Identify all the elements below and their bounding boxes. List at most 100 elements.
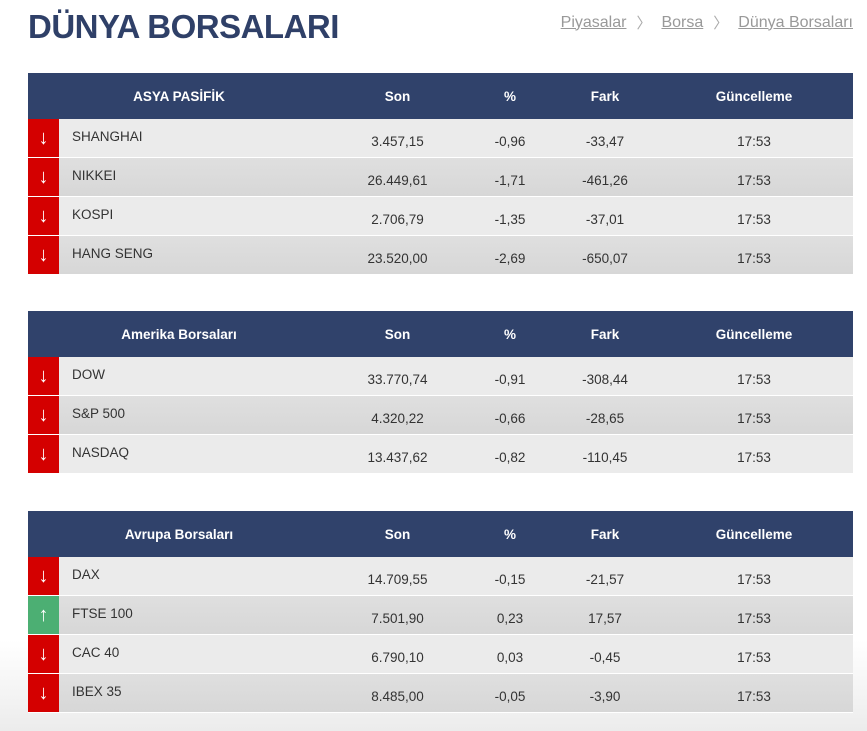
table-row[interactable]: ↓ KOSPI 2.706,79 -1,35 -37,01 17:53 xyxy=(28,197,853,236)
pct-value: -0,05 xyxy=(465,674,555,713)
fark-value: -0,45 xyxy=(555,635,655,674)
arrow-down-icon: ↓ xyxy=(28,557,59,596)
son-value: 26.449,61 xyxy=(330,158,465,197)
son-value: 4.320,22 xyxy=(330,396,465,435)
arrow-down-icon: ↓ xyxy=(28,674,59,713)
time-value: 17:53 xyxy=(655,158,853,197)
son-value: 6.790,10 xyxy=(330,635,465,674)
table-title: ASYA PASİFİK xyxy=(28,73,330,119)
time-value: 17:53 xyxy=(655,197,853,236)
pct-value: 0,03 xyxy=(465,635,555,674)
pct-value: -1,35 xyxy=(465,197,555,236)
table-row[interactable]: ↓ HANG SENG 23.520,00 -2,69 -650,07 17:5… xyxy=(28,236,853,275)
col-son: Son xyxy=(330,73,465,119)
son-value: 7.501,90 xyxy=(330,596,465,635)
col-son: Son xyxy=(330,511,465,557)
arrow-down-icon: ↓ xyxy=(28,197,59,236)
table-row[interactable]: ↓ IBEX 35 8.485,00 -0,05 -3,90 17:53 xyxy=(28,674,853,713)
pct-value: -0,96 xyxy=(465,119,555,158)
col-pct: % xyxy=(465,73,555,119)
time-value: 17:53 xyxy=(655,119,853,158)
breadcrumb-piyasalar[interactable]: Piyasalar xyxy=(561,14,627,32)
time-value: 17:53 xyxy=(655,236,853,275)
chevron-right-icon: 〉 xyxy=(636,12,651,33)
col-guncelleme: Güncelleme xyxy=(655,311,853,357)
son-value: 33.770,74 xyxy=(330,357,465,396)
index-name[interactable]: DAX xyxy=(59,557,330,596)
time-value: 17:53 xyxy=(655,674,853,713)
market-table: Avrupa Borsaları Son % Fark Güncelleme ↓… xyxy=(28,511,853,713)
fark-value: -3,90 xyxy=(555,674,655,713)
chevron-right-icon: 〉 xyxy=(713,12,728,33)
market-table: Amerika Borsaları Son % Fark Güncelleme … xyxy=(28,311,853,474)
arrow-down-icon: ↓ xyxy=(28,158,59,197)
arrow-down-icon: ↓ xyxy=(28,357,59,396)
fark-value: -110,45 xyxy=(555,435,655,474)
fark-value: -461,26 xyxy=(555,158,655,197)
arrow-down-icon: ↓ xyxy=(28,396,59,435)
table-header: Amerika Borsaları Son % Fark Güncelleme xyxy=(28,311,853,357)
son-value: 14.709,55 xyxy=(330,557,465,596)
col-pct: % xyxy=(465,511,555,557)
fark-value: -21,57 xyxy=(555,557,655,596)
page-title: DÜNYA BORSALARI xyxy=(28,8,339,46)
time-value: 17:53 xyxy=(655,557,853,596)
index-name[interactable]: S&P 500 xyxy=(59,396,330,435)
col-guncelleme: Güncelleme xyxy=(655,511,853,557)
table-row[interactable]: ↓ DOW 33.770,74 -0,91 -308,44 17:53 xyxy=(28,357,853,396)
pct-value: 0,23 xyxy=(465,596,555,635)
table-title: Amerika Borsaları xyxy=(28,311,330,357)
index-name[interactable]: DOW xyxy=(59,357,330,396)
time-value: 17:53 xyxy=(655,357,853,396)
table-row[interactable]: ↓ SHANGHAI 3.457,15 -0,96 -33,47 17:53 xyxy=(28,119,853,158)
time-value: 17:53 xyxy=(655,435,853,474)
index-name[interactable]: SHANGHAI xyxy=(59,119,330,158)
table-row[interactable]: ↑ FTSE 100 7.501,90 0,23 17,57 17:53 xyxy=(28,596,853,635)
fark-value: -28,65 xyxy=(555,396,655,435)
son-value: 2.706,79 xyxy=(330,197,465,236)
pct-value: -0,15 xyxy=(465,557,555,596)
table-row[interactable]: ↓ CAC 40 6.790,10 0,03 -0,45 17:53 xyxy=(28,635,853,674)
table-title: Avrupa Borsaları xyxy=(28,511,330,557)
table-row[interactable]: ↓ S&P 500 4.320,22 -0,66 -28,65 17:53 xyxy=(28,396,853,435)
index-name[interactable]: NASDAQ xyxy=(59,435,330,474)
arrow-down-icon: ↓ xyxy=(28,435,59,474)
col-son: Son xyxy=(330,311,465,357)
fark-value: -308,44 xyxy=(555,357,655,396)
table-row[interactable]: ↓ NIKKEI 26.449,61 -1,71 -461,26 17:53 xyxy=(28,158,853,197)
index-name[interactable]: KOSPI xyxy=(59,197,330,236)
index-name[interactable]: HANG SENG xyxy=(59,236,330,275)
table-header: Avrupa Borsaları Son % Fark Güncelleme xyxy=(28,511,853,557)
breadcrumb: Piyasalar 〉 Borsa 〉 Dünya Borsaları xyxy=(561,12,853,33)
fark-value: -37,01 xyxy=(555,197,655,236)
son-value: 13.437,62 xyxy=(330,435,465,474)
index-name[interactable]: CAC 40 xyxy=(59,635,330,674)
pct-value: -2,69 xyxy=(465,236,555,275)
col-fark: Fark xyxy=(555,511,655,557)
son-value: 23.520,00 xyxy=(330,236,465,275)
col-fark: Fark xyxy=(555,311,655,357)
son-value: 8.485,00 xyxy=(330,674,465,713)
index-name[interactable]: IBEX 35 xyxy=(59,674,330,713)
breadcrumb-borsa[interactable]: Borsa xyxy=(661,14,703,32)
fark-value: -33,47 xyxy=(555,119,655,158)
breadcrumb-dunya-borsalari[interactable]: Dünya Borsaları xyxy=(738,14,853,32)
table-header: ASYA PASİFİK Son % Fark Güncelleme xyxy=(28,73,853,119)
fark-value: 17,57 xyxy=(555,596,655,635)
arrow-up-icon: ↑ xyxy=(28,596,59,635)
table-row[interactable]: ↓ NASDAQ 13.437,62 -0,82 -110,45 17:53 xyxy=(28,435,853,474)
time-value: 17:53 xyxy=(655,396,853,435)
col-guncelleme: Güncelleme xyxy=(655,73,853,119)
arrow-down-icon: ↓ xyxy=(28,236,59,275)
index-name[interactable]: NIKKEI xyxy=(59,158,330,197)
index-name[interactable]: FTSE 100 xyxy=(59,596,330,635)
pct-value: -0,91 xyxy=(465,357,555,396)
pct-value: -0,66 xyxy=(465,396,555,435)
arrow-down-icon: ↓ xyxy=(28,119,59,158)
arrow-down-icon: ↓ xyxy=(28,635,59,674)
pct-value: -1,71 xyxy=(465,158,555,197)
son-value: 3.457,15 xyxy=(330,119,465,158)
table-row[interactable]: ↓ DAX 14.709,55 -0,15 -21,57 17:53 xyxy=(28,557,853,596)
market-table: ASYA PASİFİK Son % Fark Güncelleme ↓ SHA… xyxy=(28,73,853,275)
time-value: 17:53 xyxy=(655,635,853,674)
